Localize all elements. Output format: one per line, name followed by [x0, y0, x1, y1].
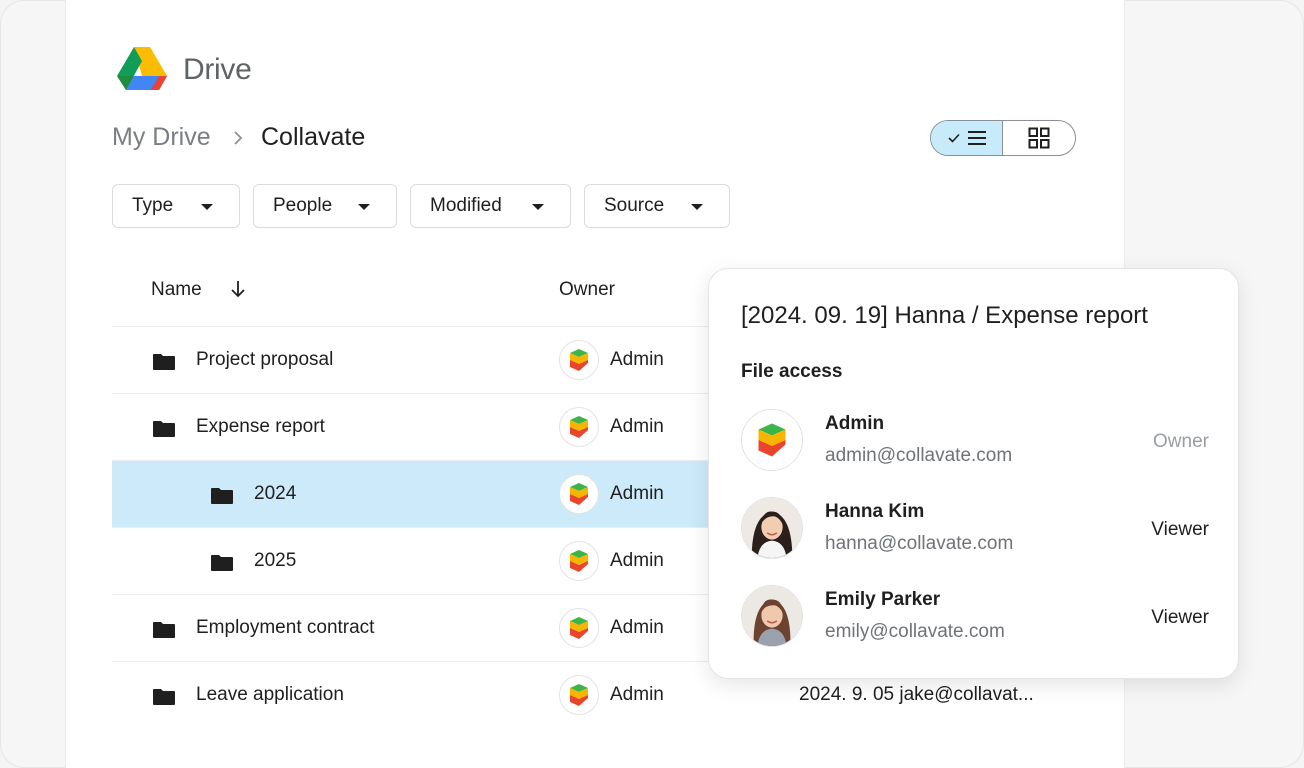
drive-logo-overlay-icon	[151, 76, 167, 90]
collavate-logo-icon	[570, 617, 588, 639]
access-entry[interactable]: Emily Parker emily@collavate.com Viewer	[741, 585, 1211, 649]
filter-source[interactable]: Source	[584, 184, 730, 228]
person-name: Admin	[825, 413, 885, 434]
column-header-name[interactable]: Name	[151, 279, 202, 301]
access-entry[interactable]: Admin admin@collavate.com Owner	[741, 409, 1211, 473]
folder-icon	[153, 421, 175, 437]
row-name: Employment contract	[196, 617, 375, 638]
person-role: Owner	[1153, 431, 1209, 452]
owner-avatar	[559, 340, 599, 380]
brand-name: Drive	[183, 53, 252, 86]
person-name: Emily Parker	[825, 589, 941, 610]
person-photo-icon	[742, 586, 802, 646]
grid-icon	[1028, 127, 1050, 149]
person-role: Viewer	[1151, 519, 1209, 540]
filter-modified[interactable]: Modified	[410, 184, 571, 228]
caret-down-icon	[358, 204, 370, 210]
person-email: admin@collavate.com	[825, 445, 1013, 466]
collavate-logo-icon	[570, 483, 588, 505]
row-name: Leave application	[196, 684, 344, 705]
row-name: Expense report	[196, 416, 325, 437]
owner-avatar	[559, 541, 599, 581]
row-owner: Admin	[610, 483, 664, 504]
collavate-logo-icon	[570, 416, 588, 438]
person-photo-icon	[742, 498, 802, 558]
filter-people-label: People	[273, 195, 333, 216]
row-owner: Admin	[610, 684, 664, 705]
owner-avatar	[559, 675, 599, 715]
row-name: 2024	[254, 483, 297, 504]
person-email: emily@collavate.com	[825, 621, 1005, 642]
row-owner: Admin	[610, 349, 664, 370]
filter-source-label: Source	[604, 195, 665, 216]
collavate-logo-icon	[570, 684, 588, 706]
arrow-down-icon[interactable]	[229, 279, 247, 299]
file-access-popup: [2024. 09. 19] Hanna / Expense report Fi…	[708, 268, 1239, 679]
avatar	[741, 497, 803, 559]
owner-avatar	[559, 407, 599, 447]
list-view-button[interactable]	[931, 121, 1003, 155]
check-icon	[947, 133, 960, 143]
row-name: 2025	[254, 550, 297, 571]
person-role: Viewer	[1151, 607, 1209, 628]
collavate-logo-icon	[570, 550, 588, 572]
row-modified: 2024. 9. 05 jake@collavat...	[799, 684, 1034, 705]
owner-avatar	[559, 608, 599, 648]
row-owner: Admin	[610, 617, 664, 638]
breadcrumb-root[interactable]: My Drive	[112, 123, 211, 152]
avatar	[741, 409, 803, 471]
row-owner: Admin	[610, 416, 664, 437]
filter-people[interactable]: People	[253, 184, 397, 228]
collavate-logo-icon	[758, 423, 786, 457]
filter-type[interactable]: Type	[112, 184, 240, 228]
folder-icon	[211, 488, 233, 504]
row-owner: Admin	[610, 550, 664, 571]
view-toggle	[930, 120, 1076, 156]
filter-modified-label: Modified	[430, 195, 502, 216]
breadcrumb-current: Collavate	[261, 123, 366, 151]
caret-down-icon	[532, 204, 544, 210]
folder-icon	[153, 354, 175, 370]
owner-avatar	[559, 474, 599, 514]
access-entry[interactable]: Hanna Kim hanna@collavate.com Viewer	[741, 497, 1211, 561]
column-header-owner[interactable]: Owner	[559, 279, 615, 301]
grid-view-button[interactable]	[1003, 121, 1075, 155]
folder-icon	[211, 555, 233, 571]
caret-down-icon	[691, 204, 703, 210]
caret-down-icon	[201, 204, 213, 210]
row-name: Project proposal	[196, 349, 334, 370]
avatar	[741, 585, 803, 647]
chevron-right-icon	[234, 131, 243, 145]
person-email: hanna@collavate.com	[825, 533, 1014, 554]
folder-icon	[153, 622, 175, 638]
file-access-heading: File access	[741, 361, 843, 382]
collavate-logo-icon	[570, 349, 588, 371]
folder-icon	[153, 689, 175, 705]
popup-title: [2024. 09. 19] Hanna / Expense report	[741, 302, 1148, 329]
list-icon	[967, 131, 986, 145]
person-name: Hanna Kim	[825, 501, 925, 522]
filter-type-label: Type	[132, 195, 174, 216]
